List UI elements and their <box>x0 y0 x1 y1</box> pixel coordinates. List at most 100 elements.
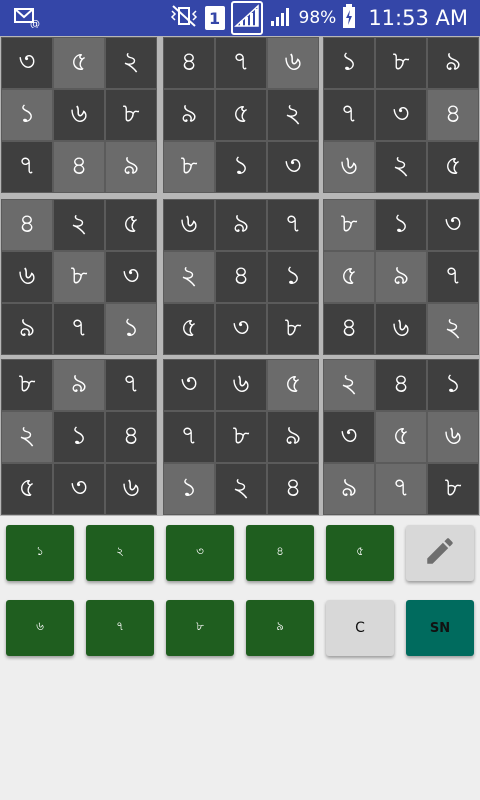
sudoku-cell[interactable]: ৪ <box>215 251 267 303</box>
sudoku-cell[interactable]: ৩ <box>1 37 53 89</box>
sudoku-cell[interactable]: ৩ <box>427 199 479 251</box>
sudoku-cell[interactable]: ৬ <box>105 463 157 515</box>
sudoku-cell[interactable]: ৯ <box>1 303 53 355</box>
sudoku-cell[interactable]: ৪ <box>267 463 319 515</box>
sudoku-cell[interactable]: ৩ <box>267 141 319 193</box>
sudoku-cell[interactable]: ৭ <box>267 199 319 251</box>
sudoku-cell[interactable]: ১ <box>163 463 215 515</box>
sudoku-cell[interactable]: ৭ <box>163 411 215 463</box>
number-key-2[interactable]: ২ <box>86 525 154 581</box>
sudoku-cell[interactable]: ৪ <box>1 199 53 251</box>
sudoku-cell[interactable]: ৯ <box>427 37 479 89</box>
sudoku-cell[interactable]: ২ <box>323 359 375 411</box>
clear-button[interactable]: C <box>326 600 394 656</box>
sudoku-cell[interactable]: ৫ <box>215 89 267 141</box>
sudoku-cell[interactable]: ৪ <box>375 359 427 411</box>
sudoku-cell[interactable]: ১ <box>427 359 479 411</box>
sudoku-cell[interactable]: ৬ <box>163 199 215 251</box>
sudoku-cell[interactable]: ৮ <box>53 251 105 303</box>
solve-button[interactable]: SN <box>406 600 474 656</box>
sudoku-cell[interactable]: ৮ <box>215 411 267 463</box>
sudoku-cell[interactable]: ১ <box>215 141 267 193</box>
sudoku-cell[interactable]: ১ <box>53 411 105 463</box>
sudoku-cell[interactable]: ৭ <box>105 359 157 411</box>
number-key-4[interactable]: ৪ <box>246 525 314 581</box>
status-bar: @ 1 98% 11:53 AM <box>0 0 480 36</box>
sudoku-cell[interactable]: ৮ <box>1 359 53 411</box>
sudoku-cell[interactable]: ৬ <box>215 359 267 411</box>
sudoku-cell[interactable]: ৭ <box>323 89 375 141</box>
sudoku-cell[interactable]: ১ <box>1 89 53 141</box>
pencil-button[interactable] <box>406 525 474 581</box>
number-key-7[interactable]: ৭ <box>86 600 154 656</box>
sudoku-cell[interactable]: ৬ <box>53 89 105 141</box>
sudoku-cell[interactable]: ২ <box>1 411 53 463</box>
sudoku-cell[interactable]: ৬ <box>323 141 375 193</box>
sudoku-cell[interactable]: ৭ <box>53 303 105 355</box>
signal-icon <box>269 4 293 32</box>
sudoku-cell[interactable]: ৫ <box>105 199 157 251</box>
sudoku-box: ৮৯৭২১৪৫৩৬ <box>1 359 157 515</box>
sudoku-cell[interactable]: ৩ <box>163 359 215 411</box>
sudoku-cell[interactable]: ৮ <box>323 199 375 251</box>
number-key-8[interactable]: ৮ <box>166 600 234 656</box>
sudoku-cell[interactable]: ৭ <box>1 141 53 193</box>
number-key-5[interactable]: ৫ <box>326 525 394 581</box>
sudoku-cell[interactable]: ৫ <box>267 359 319 411</box>
sudoku-cell[interactable]: ৯ <box>323 463 375 515</box>
sudoku-cell[interactable]: ৪ <box>427 89 479 141</box>
sudoku-cell[interactable]: ১ <box>323 37 375 89</box>
sudoku-cell[interactable]: ২ <box>105 37 157 89</box>
sudoku-cell[interactable]: ৫ <box>1 463 53 515</box>
number-key-1[interactable]: ১ <box>6 525 74 581</box>
sudoku-cell[interactable]: ৬ <box>427 411 479 463</box>
sudoku-cell[interactable]: ৩ <box>53 463 105 515</box>
sudoku-cell[interactable]: ৭ <box>215 37 267 89</box>
sudoku-cell[interactable]: ৮ <box>105 89 157 141</box>
sudoku-cell[interactable]: ৩ <box>105 251 157 303</box>
sudoku-cell[interactable]: ২ <box>375 141 427 193</box>
sudoku-cell[interactable]: ৬ <box>375 303 427 355</box>
number-key-6[interactable]: ৬ <box>6 600 74 656</box>
sudoku-cell[interactable]: ৪ <box>105 411 157 463</box>
sudoku-cell[interactable]: ২ <box>267 89 319 141</box>
sudoku-cell[interactable]: ৫ <box>53 37 105 89</box>
sudoku-cell[interactable]: ৬ <box>1 251 53 303</box>
number-key-9[interactable]: ৯ <box>246 600 314 656</box>
sudoku-cell[interactable]: ২ <box>215 463 267 515</box>
sudoku-cell[interactable]: ৬ <box>267 37 319 89</box>
sudoku-board: ৩৫২১৬৮৭৪৯৪৭৬৯৫২৮১৩১৮৯৭৩৪৬২৫৪২৫৬৮৩৯৭১৬৯৭২… <box>0 36 480 516</box>
sudoku-cell[interactable]: ৯ <box>53 359 105 411</box>
sudoku-cell[interactable]: ৫ <box>375 411 427 463</box>
battery-charging-icon <box>342 3 356 33</box>
sudoku-cell[interactable]: ২ <box>163 251 215 303</box>
sudoku-cell[interactable]: ৯ <box>375 251 427 303</box>
sudoku-cell[interactable]: ৫ <box>427 141 479 193</box>
sudoku-box: ২৪১৩৫৬৯৭৮ <box>323 359 479 515</box>
number-key-3[interactable]: ৩ <box>166 525 234 581</box>
sudoku-cell[interactable]: ৭ <box>427 251 479 303</box>
sudoku-cell[interactable]: ৩ <box>375 89 427 141</box>
sudoku-cell[interactable]: ৪ <box>163 37 215 89</box>
sudoku-cell[interactable]: ১ <box>267 251 319 303</box>
sudoku-cell[interactable]: ৪ <box>53 141 105 193</box>
sudoku-cell[interactable]: ৯ <box>267 411 319 463</box>
sudoku-cell[interactable]: ২ <box>427 303 479 355</box>
sudoku-cell[interactable]: ৮ <box>267 303 319 355</box>
sudoku-cell[interactable]: ৫ <box>323 251 375 303</box>
sudoku-cell[interactable]: ৫ <box>163 303 215 355</box>
sudoku-cell[interactable]: ১ <box>375 199 427 251</box>
sudoku-cell[interactable]: ৮ <box>163 141 215 193</box>
sudoku-cell[interactable]: ৯ <box>105 141 157 193</box>
sudoku-cell[interactable]: ৪ <box>323 303 375 355</box>
sudoku-cell[interactable]: ৯ <box>163 89 215 141</box>
sudoku-box: ৮১৩৫৯৭৪৬২ <box>323 199 479 355</box>
sudoku-cell[interactable]: ৩ <box>215 303 267 355</box>
sudoku-cell[interactable]: ৭ <box>375 463 427 515</box>
sudoku-cell[interactable]: ৮ <box>427 463 479 515</box>
sudoku-cell[interactable]: ৩ <box>323 411 375 463</box>
sudoku-cell[interactable]: ৮ <box>375 37 427 89</box>
sudoku-cell[interactable]: ৯ <box>215 199 267 251</box>
sudoku-cell[interactable]: ২ <box>53 199 105 251</box>
sudoku-cell[interactable]: ১ <box>105 303 157 355</box>
